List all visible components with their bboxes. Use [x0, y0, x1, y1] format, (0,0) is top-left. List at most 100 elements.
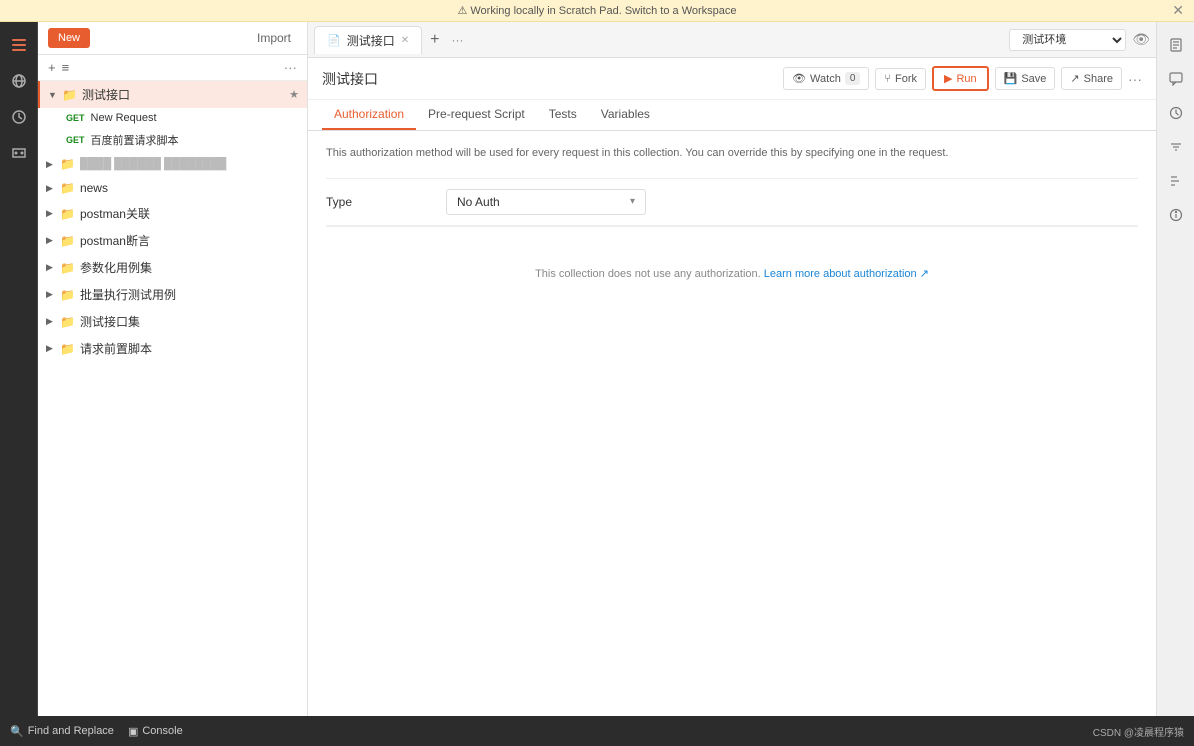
fork-button[interactable]: ⑂ Fork [875, 68, 926, 90]
chevron-right-icon: ▶ [46, 159, 56, 170]
header-actions: 👁 Watch 0 ⑂ Fork ▶ Run 💾 Save [783, 66, 1142, 91]
collection-item-postman2[interactable]: ▶ 📁 postman断言 [38, 227, 307, 254]
request-header: 测试接口 👁 Watch 0 ⑂ Fork ▶ Run [308, 58, 1156, 100]
banner-close-btn[interactable]: ✕ [1172, 2, 1184, 19]
learn-more-link[interactable]: Learn more about authorization ↗ [764, 268, 929, 280]
collection-label-test-set: 测试接口集 [80, 313, 140, 330]
folder-icon-3: 📁 [60, 181, 75, 195]
folder-icon-4: 📁 [60, 207, 75, 221]
request-title: 测试接口 [322, 69, 773, 89]
run-label: Run [956, 73, 976, 85]
run-button[interactable]: ▶ Run [932, 66, 989, 91]
collections-sidebar: New Import + ≡ ··· ▼ 📁 测试接口 ★ GET [38, 22, 308, 716]
folder-icon-8: 📁 [60, 315, 75, 329]
watch-count: 0 [845, 72, 861, 85]
right-filter-icon-btn[interactable] [1161, 132, 1191, 162]
chevron-right-icon-8: ▶ [46, 343, 56, 354]
sub-item-label: New Request [91, 112, 157, 124]
tab-env: 测试环境 No Environment 👁 [1009, 29, 1150, 51]
folder-icon-9: 📁 [60, 342, 75, 356]
request-tabs: Authorization Pre-request Script Tests V… [308, 100, 1156, 131]
sidebar-items: ▼ 📁 测试接口 ★ GET New Request GET 百度前置请求脚本 … [38, 81, 307, 716]
collections-icon-btn[interactable] [4, 30, 34, 60]
auth-description: This authorization method will be used f… [326, 145, 1138, 162]
chevron-right-icon-5: ▶ [46, 262, 56, 273]
chevron-down-icon: ▾ [630, 196, 635, 207]
blurred-label: ████ ██████ ████████ [80, 158, 226, 170]
method-get-badge-2: GET [66, 135, 85, 145]
folder-icon: 📁 [62, 88, 77, 102]
environments-icon-btn[interactable] [4, 66, 34, 96]
tab-pre-request[interactable]: Pre-request Script [416, 100, 537, 130]
sidebar-more-btn[interactable]: ··· [284, 60, 297, 75]
collection-item-blurred[interactable]: ▶ 📁 ████ ██████ ████████ [38, 152, 307, 176]
right-doc-icon-btn[interactable] [1161, 30, 1191, 60]
tab-variables[interactable]: Variables [589, 100, 662, 130]
console-icon: ▣ [128, 725, 138, 738]
folder-icon-7: 📁 [60, 288, 75, 302]
sidebar-toolbar: + ≡ ··· [38, 55, 307, 81]
right-history-icon-btn[interactable] [1161, 98, 1191, 128]
add-collection-btn[interactable]: + [48, 60, 56, 75]
find-replace-label: Find and Replace [28, 725, 114, 737]
import-button[interactable]: Import [251, 28, 297, 48]
watch-icon: 👁 [792, 72, 806, 85]
tab-more-btn[interactable]: ··· [445, 31, 469, 49]
collection-sub-item-new-request[interactable]: GET New Request [38, 108, 307, 128]
type-row: Type No Auth ▾ [326, 179, 1138, 226]
chevron-right-icon-7: ▶ [46, 316, 56, 327]
collection-item-postman1[interactable]: ▶ 📁 postman关联 [38, 200, 307, 227]
collection-item-test-set[interactable]: ▶ 📁 测试接口集 [38, 308, 307, 335]
right-sort-icon-btn[interactable] [1161, 166, 1191, 196]
tab-add-btn[interactable]: + [424, 29, 445, 51]
save-button[interactable]: 💾 Save [995, 67, 1056, 90]
right-sidebar [1156, 22, 1194, 716]
bottom-bar: 🔍 Find and Replace ▣ Console CSDN @凌晨程序猿 [0, 716, 1194, 746]
console-label: Console [142, 725, 182, 737]
filter-btn[interactable]: ≡ [62, 60, 70, 75]
collection-label-postman1: postman关联 [80, 205, 150, 222]
collection-sub-item-baidu[interactable]: GET 百度前置请求脚本 [38, 128, 307, 152]
folder-icon-6: 📁 [60, 261, 75, 275]
star-icon[interactable]: ★ [289, 88, 299, 101]
collection-item-pre-script[interactable]: ▶ 📁 请求前置脚本 [38, 335, 307, 362]
new-button[interactable]: New [48, 28, 90, 48]
collection-item-测试接口[interactable]: ▼ 📁 测试接口 ★ [38, 81, 307, 108]
right-info-icon-btn[interactable] [1161, 200, 1191, 230]
collection-item-batch[interactable]: ▶ 📁 批量执行测试用例 [38, 281, 307, 308]
env-eye-btn[interactable]: 👁 [1132, 31, 1150, 48]
right-comment-icon-btn[interactable] [1161, 64, 1191, 94]
no-auth-text: This collection does not use any authori… [535, 268, 761, 280]
share-button[interactable]: ↗ Share [1061, 67, 1122, 90]
chevron-right-icon-4: ▶ [46, 235, 56, 246]
chevron-down-icon: ▼ [48, 90, 58, 100]
top-banner: ⚠ Working locally in Scratch Pad. Switch… [0, 0, 1194, 22]
find-replace-icon: 🔍 [10, 725, 24, 738]
history-icon-btn[interactable] [4, 102, 34, 132]
type-value: No Auth [457, 195, 500, 209]
console-btn[interactable]: ▣ Console [128, 725, 183, 738]
collection-item-news[interactable]: ▶ 📁 news [38, 176, 307, 200]
folder-icon-2: 📁 [60, 157, 75, 171]
collection-item-params[interactable]: ▶ 📁 参数化用例集 [38, 254, 307, 281]
banner-text: ⚠ Working locally in Scratch Pad. Switch… [457, 4, 736, 17]
watch-button[interactable]: 👁 Watch 0 [783, 67, 869, 90]
tab-测试接口[interactable]: 📄 测试接口 ✕ [314, 26, 422, 54]
environment-select[interactable]: 测试环境 No Environment [1009, 29, 1126, 51]
collection-label: 测试接口 [82, 86, 130, 103]
no-auth-message: This collection does not use any authori… [326, 267, 1138, 280]
run-icon: ▶ [944, 72, 952, 85]
collection-label-pre-script: 请求前置脚本 [80, 340, 152, 357]
tab-authorization[interactable]: Authorization [322, 100, 416, 130]
tab-close-icon[interactable]: ✕ [401, 35, 409, 46]
mock-icon-btn[interactable] [4, 138, 34, 168]
find-replace-btn[interactable]: 🔍 Find and Replace [10, 725, 114, 738]
type-select-dropdown[interactable]: No Auth ▾ [446, 189, 646, 215]
collection-label-params: 参数化用例集 [80, 259, 152, 276]
more-actions-btn[interactable]: ··· [1128, 71, 1142, 87]
share-icon: ↗ [1070, 72, 1079, 85]
folder-icon-5: 📁 [60, 234, 75, 248]
tab-doc-icon: 📄 [327, 34, 341, 47]
chevron-right-icon-2: ▶ [46, 183, 56, 194]
tab-tests[interactable]: Tests [537, 100, 589, 130]
